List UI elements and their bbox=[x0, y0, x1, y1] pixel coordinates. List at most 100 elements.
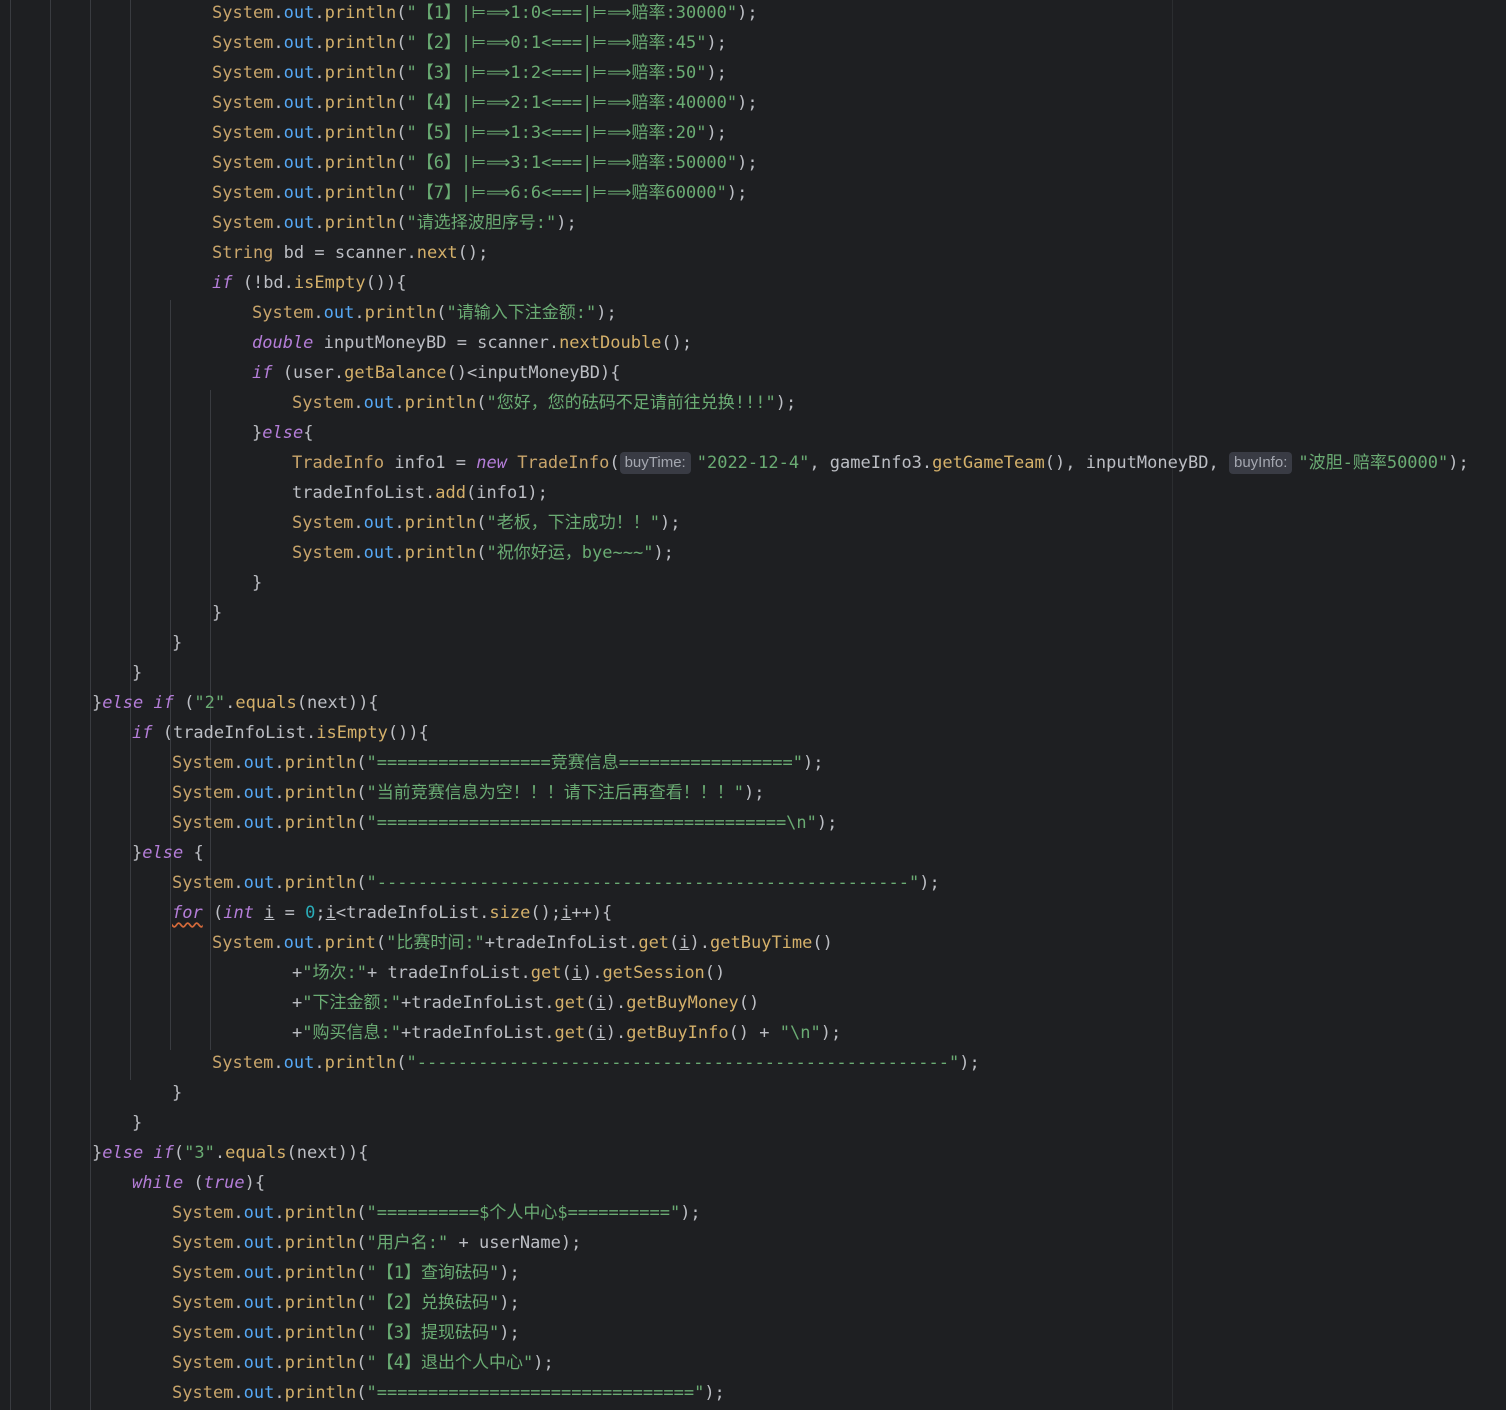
code-line[interactable]: }else if("3".equals(next)){ bbox=[0, 1140, 368, 1170]
code-token: ( bbox=[396, 93, 407, 113]
code-line[interactable]: } bbox=[0, 660, 142, 690]
code-line[interactable]: +"下注金额:"+tradeInfoList.get(i).getBuyMone… bbox=[0, 990, 759, 1020]
code-line[interactable]: System.out.println("【5】|⊨⟹1:3<===|⊨⟹赔率:2… bbox=[0, 120, 727, 150]
code-line[interactable]: System.out.println("请输入下注金额:"); bbox=[0, 300, 617, 330]
code-line[interactable]: }else { bbox=[0, 840, 204, 870]
code-token: . bbox=[394, 543, 405, 563]
code-line[interactable]: System.out.println("【1】查询砝码"); bbox=[0, 1260, 520, 1290]
code-token: + bbox=[292, 963, 303, 983]
code-line[interactable]: double inputMoneyBD = scanner.nextDouble… bbox=[0, 330, 692, 360]
code-token: ; bbox=[315, 903, 326, 923]
string-literal: "【7】|⊨⟹6:6<===|⊨⟹赔率60000" bbox=[406, 183, 727, 203]
method-token: add bbox=[435, 483, 467, 503]
code-token: + bbox=[292, 993, 303, 1013]
code-line[interactable]: System.out.println("【3】提现砝码"); bbox=[0, 1320, 520, 1350]
code-line[interactable]: System.out.println("====================… bbox=[0, 1380, 725, 1410]
code-line[interactable]: System.out.println("=================竞赛信… bbox=[0, 750, 824, 780]
code-line[interactable]: tradeInfoList.add(info1); bbox=[0, 480, 548, 510]
code-line[interactable]: System.out.println("当前竞赛信息为空！！！请下注后再查看！！… bbox=[0, 780, 765, 810]
code-token: ( bbox=[585, 1023, 596, 1043]
code-token: (tradeInfoList. bbox=[152, 723, 317, 743]
field-token: out bbox=[283, 63, 315, 83]
code-line[interactable]: for (int i = 0;i<tradeInfoList.size();i+… bbox=[0, 900, 612, 930]
method-token: println bbox=[324, 93, 397, 113]
class-token: System bbox=[212, 3, 274, 23]
code-token: ); bbox=[803, 753, 824, 773]
code-line[interactable]: if (!bd.isEmpty()){ bbox=[0, 270, 407, 300]
code-line[interactable]: +"购买信息:"+tradeInfoList.get(i).getBuyInfo… bbox=[0, 1020, 841, 1050]
code-token: bd = scanner. bbox=[273, 243, 417, 263]
code-token: . bbox=[314, 153, 325, 173]
code-token: ( bbox=[202, 903, 224, 923]
code-line[interactable]: if (tradeInfoList.isEmpty()){ bbox=[0, 720, 429, 750]
code-line[interactable]: System.out.println("==========$个人中心$====… bbox=[0, 1200, 701, 1230]
code-line[interactable]: System.out.print("比赛时间:"+tradeInfoList.g… bbox=[0, 930, 833, 960]
string-literal: "=================竞赛信息=================" bbox=[366, 753, 804, 773]
code-line[interactable]: } bbox=[0, 1080, 182, 1110]
code-line[interactable]: System.out.println("您好，您的砝码不足请前往兑换!!!"); bbox=[0, 390, 796, 420]
code-line[interactable]: System.out.println("请选择波胆序号:"); bbox=[0, 210, 577, 240]
code-line[interactable]: System.out.println("【6】|⊨⟹3:1<===|⊨⟹赔率:5… bbox=[0, 150, 758, 180]
code-token: ( bbox=[396, 153, 407, 173]
class-token: System bbox=[172, 1323, 234, 1343]
loop-variable: i bbox=[561, 903, 572, 923]
code-token: ()){ bbox=[365, 273, 407, 293]
code-line[interactable]: System.out.println("老板，下注成功！！"); bbox=[0, 510, 681, 540]
code-token: . bbox=[233, 813, 244, 833]
code-line[interactable]: }else if ("2".equals(next)){ bbox=[0, 690, 379, 720]
code-token: ()){ bbox=[387, 723, 429, 743]
code-token: ); bbox=[499, 1323, 520, 1343]
method-token: println bbox=[284, 753, 357, 773]
code-line[interactable]: String bd = scanner.next(); bbox=[0, 240, 488, 270]
code-token: ( bbox=[396, 213, 407, 233]
code-token: ( bbox=[669, 933, 680, 953]
code-line[interactable]: System.out.println("【2】|⊨⟹0:1<===|⊨⟹赔率:4… bbox=[0, 30, 727, 60]
code-line[interactable]: System.out.println("--------------------… bbox=[0, 1050, 980, 1080]
method-token: equals bbox=[235, 693, 297, 713]
code-token: { bbox=[303, 423, 314, 443]
code-line[interactable]: TradeInfo info1 = new TradeInfo(buyTime:… bbox=[0, 450, 1469, 480]
field-token: out bbox=[363, 543, 395, 563]
code-line[interactable]: } bbox=[0, 570, 262, 600]
code-line[interactable]: System.out.println("====================… bbox=[0, 810, 837, 840]
code-token: <tradeInfoList. bbox=[335, 903, 490, 923]
class-token: System bbox=[172, 753, 234, 773]
field-token: out bbox=[283, 3, 315, 23]
code-line[interactable]: System.out.println("【2】兑换砝码"); bbox=[0, 1290, 520, 1320]
code-line[interactable]: System.out.println("祝你好运，bye~~~"); bbox=[0, 540, 674, 570]
method-token: equals bbox=[225, 1143, 287, 1163]
code-line[interactable]: System.out.println("【7】|⊨⟹6:6<===|⊨⟹赔率60… bbox=[0, 180, 747, 210]
code-token: ( bbox=[375, 933, 387, 953]
code-line[interactable]: System.out.println("--------------------… bbox=[0, 870, 940, 900]
code-line[interactable]: if (user.getBalance()<inputMoneyBD){ bbox=[0, 360, 621, 390]
code-token: ( bbox=[356, 783, 367, 803]
code-token: ). bbox=[581, 963, 603, 983]
code-line[interactable]: }else{ bbox=[0, 420, 313, 450]
method-token: println bbox=[284, 1233, 357, 1253]
code-line[interactable]: } bbox=[0, 600, 222, 630]
code-line[interactable]: System.out.println("【1】|⊨⟹1:0<===|⊨⟹赔率:3… bbox=[0, 0, 758, 30]
code-line[interactable]: System.out.println("【4】退出个人中心"); bbox=[0, 1350, 554, 1380]
code-line[interactable]: System.out.println("【4】|⊨⟹2:1<===|⊨⟹赔率:4… bbox=[0, 90, 758, 120]
code-token: . bbox=[233, 873, 244, 893]
code-token: + bbox=[292, 1023, 303, 1043]
code-token: ); bbox=[660, 513, 681, 533]
string-literal: "请输入下注金额:" bbox=[446, 303, 597, 323]
code-line[interactable]: } bbox=[0, 1110, 142, 1140]
method-token: println bbox=[324, 183, 397, 203]
code-line[interactable]: System.out.println("【3】|⊨⟹1:2<===|⊨⟹赔率:5… bbox=[0, 60, 727, 90]
code-line[interactable]: } bbox=[0, 630, 182, 660]
code-token: ); bbox=[1448, 453, 1469, 473]
code-editor[interactable]: System.out.println("【1】|⊨⟹1:0<===|⊨⟹赔率:3… bbox=[0, 0, 1506, 1410]
code-line[interactable]: +"场次:"+ tradeInfoList.get(i).getSession(… bbox=[0, 960, 725, 990]
class-token: System bbox=[292, 543, 354, 563]
code-token: } bbox=[252, 423, 263, 443]
code-line[interactable]: System.out.println("用户名:" + userName); bbox=[0, 1230, 581, 1260]
method-token: nextDouble bbox=[559, 333, 662, 353]
code-token: ). bbox=[689, 933, 711, 953]
string-literal: "【6】|⊨⟹3:1<===|⊨⟹赔率:50000" bbox=[406, 153, 738, 173]
class-token: System bbox=[172, 1353, 234, 1373]
code-line[interactable]: while (true){ bbox=[0, 1170, 265, 1200]
loop-variable: i bbox=[595, 1023, 606, 1043]
